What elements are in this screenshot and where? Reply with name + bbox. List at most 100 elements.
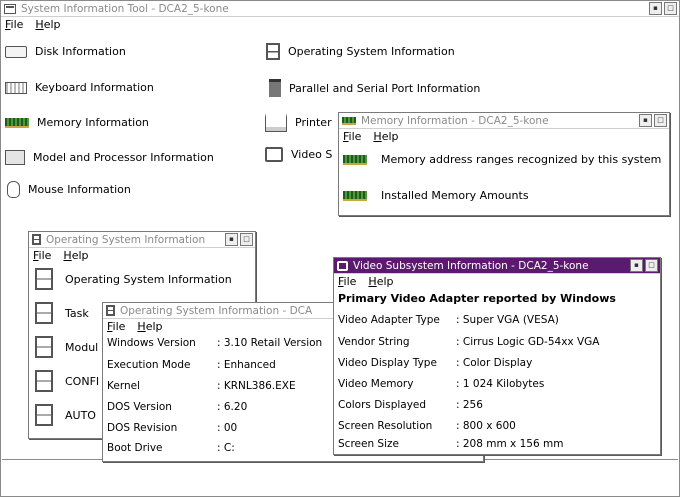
os-icon bbox=[35, 336, 53, 358]
field-value: : 256 bbox=[456, 399, 483, 411]
item-label: CONFI bbox=[65, 374, 100, 388]
memory-ranges-item[interactable]: Memory address ranges recognized by this… bbox=[343, 153, 661, 166]
os-detail-title: Operating System Information - DCA bbox=[120, 304, 313, 317]
menu-file[interactable]: File bbox=[5, 18, 23, 31]
dos-revision-row: DOS Revision : 00 bbox=[107, 422, 237, 434]
maximize-button[interactable]: □ bbox=[664, 2, 677, 15]
item-label: Printer bbox=[295, 116, 332, 129]
disk-info-item[interactable]: Disk Information bbox=[5, 45, 126, 58]
monitor-icon bbox=[265, 147, 283, 162]
maximize-button[interactable]: □ bbox=[645, 259, 658, 272]
autoexec-entry[interactable]: AUTO bbox=[35, 404, 96, 426]
printer-item[interactable]: Printer bbox=[265, 113, 332, 132]
field-value: : 1 024 Kilobytes bbox=[456, 378, 545, 390]
field-label: Video Memory bbox=[338, 378, 414, 390]
os-list-menubar: File Help bbox=[29, 248, 255, 262]
field-label: Vendor String bbox=[338, 336, 410, 348]
item-label: Video S bbox=[291, 148, 333, 161]
menu-file[interactable]: File bbox=[33, 249, 51, 262]
field-label: DOS Version bbox=[107, 401, 172, 413]
parallel-serial-item[interactable]: Parallel and Serial Port Information bbox=[269, 79, 480, 97]
mouse-info-item[interactable]: Mouse Information bbox=[7, 181, 131, 198]
memory-chip-icon bbox=[342, 116, 356, 125]
os-icon bbox=[35, 404, 53, 426]
field-label: Video Adapter Type bbox=[338, 314, 440, 326]
model-processor-item[interactable]: Model and Processor Information bbox=[5, 150, 214, 165]
os-info-entry[interactable]: Operating System Information bbox=[35, 268, 232, 290]
restore-button[interactable]: ▪ bbox=[649, 2, 662, 15]
execution-mode-row: Execution Mode: Enhanced bbox=[107, 359, 276, 371]
maximize-button[interactable]: □ bbox=[654, 114, 667, 127]
system-menu-icon[interactable] bbox=[4, 3, 16, 14]
dos-version-row: DOS Version: 6.20 bbox=[107, 401, 247, 413]
monitor-icon bbox=[337, 260, 348, 271]
field-label: DOS Revision bbox=[107, 422, 178, 434]
field-value: : 208 mm x 156 mm bbox=[456, 438, 564, 450]
restore-button[interactable]: ▪ bbox=[630, 259, 643, 272]
menu-help[interactable]: Help bbox=[368, 275, 393, 288]
main-menubar: File Help bbox=[1, 17, 679, 31]
menu-file[interactable]: File bbox=[107, 320, 125, 333]
field-label: Windows Version bbox=[107, 337, 196, 349]
field-value: : 800 x 600 bbox=[456, 420, 516, 432]
restore-button[interactable]: ▪ bbox=[639, 114, 652, 127]
menu-file[interactable]: File bbox=[343, 130, 361, 143]
menu-help[interactable]: Help bbox=[63, 249, 88, 262]
adapter-type-row: Video Adapter Type : Super VGA (VESA) bbox=[338, 314, 559, 326]
port-icon bbox=[269, 79, 281, 97]
menu-file[interactable]: File bbox=[338, 275, 356, 288]
menu-help[interactable]: Help bbox=[137, 320, 162, 333]
field-label: Video Display Type bbox=[338, 357, 437, 369]
os-info-item[interactable]: Operating System Information bbox=[266, 43, 455, 60]
os-icon bbox=[32, 234, 41, 245]
os-icon bbox=[35, 302, 53, 324]
os-icon bbox=[35, 370, 53, 392]
item-label: Disk Information bbox=[35, 45, 126, 58]
os-icon bbox=[266, 43, 280, 60]
os-list-title: Operating System Information bbox=[46, 233, 206, 246]
disk-icon bbox=[5, 45, 27, 58]
kernel-row: Kernel: KRNL386.EXE bbox=[107, 380, 296, 392]
item-label: Model and Processor Information bbox=[33, 151, 214, 164]
video-title: Video Subsystem Information - DCA2_5-kon… bbox=[353, 259, 589, 272]
resolution-row: Screen Resolution : 800 x 600 bbox=[338, 420, 516, 432]
video-menubar: File Help bbox=[334, 274, 660, 288]
item-label: Parallel and Serial Port Information bbox=[289, 81, 481, 95]
screen-size-row: Screen Size: 208 mm x 156 mm bbox=[338, 438, 563, 450]
memory-chip-icon bbox=[343, 154, 367, 165]
field-value: : Super VGA (VESA) bbox=[456, 314, 559, 326]
computer-icon bbox=[5, 150, 25, 165]
task-entry[interactable]: Task bbox=[35, 302, 89, 324]
colors-row: Colors Displayed : 256 bbox=[338, 399, 483, 411]
keyboard-info-item[interactable]: Keyboard Information bbox=[5, 81, 154, 94]
item-label: Keyboard Information bbox=[35, 81, 154, 94]
installed-memory-item[interactable]: Installed Memory Amounts bbox=[343, 189, 529, 202]
field-value: : C: bbox=[217, 442, 235, 454]
maximize-button[interactable]: □ bbox=[240, 233, 253, 246]
os-icon bbox=[35, 268, 53, 290]
field-label: Screen Resolution bbox=[338, 420, 433, 432]
restore-button[interactable]: ▪ bbox=[225, 233, 238, 246]
item-label: Operating System Information bbox=[65, 272, 232, 286]
display-type-row: Video Display Type: Color Display bbox=[338, 357, 532, 369]
item-label: Memory Information bbox=[37, 116, 149, 129]
field-label: Colors Displayed bbox=[338, 399, 427, 411]
memory-title: Memory Information - DCA2_5-kone bbox=[361, 114, 549, 127]
field-value: : 00 bbox=[217, 422, 238, 434]
modules-entry[interactable]: Modul bbox=[35, 336, 98, 358]
video-item[interactable]: Video S bbox=[265, 147, 332, 162]
menu-help[interactable]: Help bbox=[373, 130, 398, 143]
boot-drive-row: Boot Drive: C: bbox=[107, 442, 235, 454]
os-list-titlebar[interactable]: Operating System Information ▪ □ bbox=[29, 232, 255, 248]
field-value: : Enhanced bbox=[217, 359, 276, 371]
vendor-string-row: Vendor String: Cirrus Logic GD-54xx VGA bbox=[338, 336, 599, 348]
main-title: System Information Tool - DCA2_5-kone bbox=[21, 2, 229, 15]
config-entry[interactable]: CONFI bbox=[35, 370, 99, 392]
main-titlebar[interactable]: System Information Tool - DCA2_5-kone ▪ □ bbox=[1, 1, 679, 17]
item-label: Task bbox=[65, 306, 89, 320]
memory-info-item[interactable]: Memory Information bbox=[5, 116, 149, 129]
memory-titlebar[interactable]: Memory Information - DCA2_5-kone ▪ □ bbox=[339, 113, 669, 129]
video-titlebar[interactable]: Video Subsystem Information - DCA2_5-kon… bbox=[334, 258, 660, 274]
item-label: Mouse Information bbox=[28, 183, 131, 196]
menu-help[interactable]: Help bbox=[35, 18, 60, 31]
